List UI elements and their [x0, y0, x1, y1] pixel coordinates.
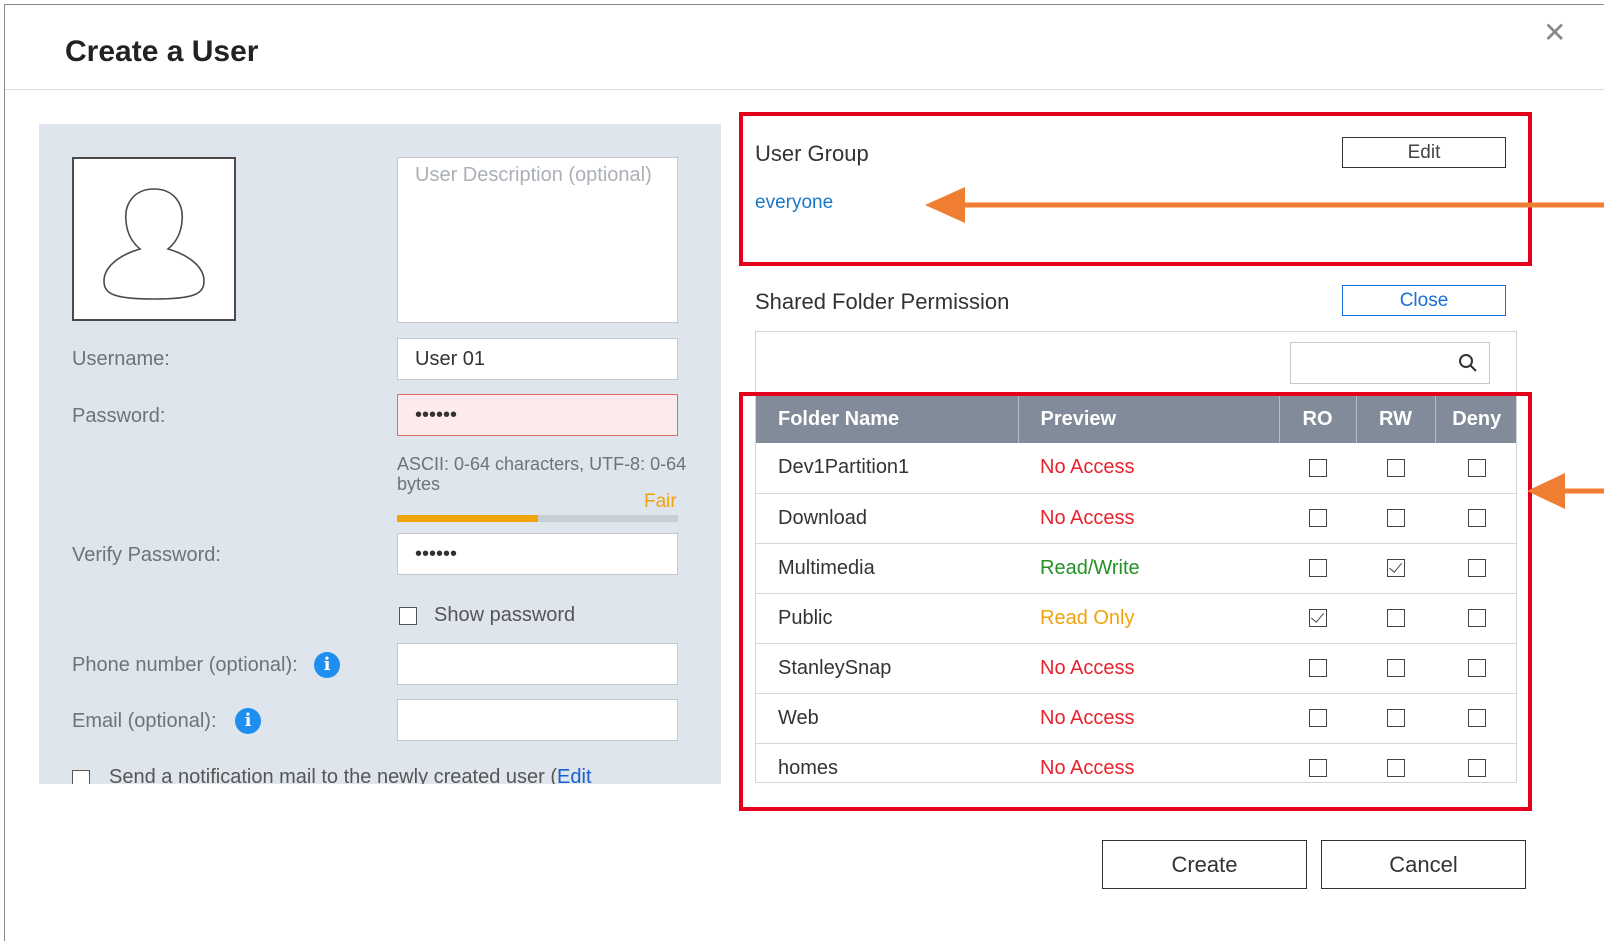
user-description-input[interactable]: User Description (optional)	[397, 157, 678, 323]
folder-search-input[interactable]	[1290, 342, 1490, 384]
password-strength-bar	[397, 515, 678, 522]
password-label: Password:	[72, 405, 166, 427]
user-avatar[interactable]	[72, 157, 236, 321]
arrow-left-icon	[1527, 473, 1604, 509]
username-label: Username:	[72, 348, 170, 370]
notify-label: Send a notification mail to the newly cr…	[109, 766, 592, 784]
show-password-checkbox[interactable]	[399, 607, 417, 625]
verify-password-input[interactable]: ••••••	[397, 533, 678, 575]
info-icon[interactable]: i	[314, 652, 340, 678]
user-info-panel: User Description (optional) Username: Us…	[39, 124, 721, 784]
cancel-button[interactable]: Cancel	[1321, 840, 1526, 889]
password-input[interactable]: ••••••	[397, 394, 678, 436]
verify-password-label: Verify Password:	[72, 544, 221, 566]
password-strength-fill	[397, 515, 538, 522]
notify-edit-link[interactable]: Edit	[557, 766, 591, 784]
password-strength-label: Fair	[644, 491, 677, 512]
shared-folder-close-button[interactable]: Close	[1342, 285, 1506, 316]
arrow-left-icon	[925, 187, 1604, 223]
username-input[interactable]: User 01	[397, 338, 678, 380]
notify-checkbox[interactable]	[72, 770, 90, 784]
shared-folder-title: Shared Folder Permission	[755, 289, 1010, 314]
email-input[interactable]	[397, 699, 678, 741]
phone-label: Phone number (optional):	[72, 654, 298, 676]
show-password-label: Show password	[434, 604, 576, 626]
dialog-title: Create a User	[65, 35, 259, 68]
header-divider	[5, 89, 1604, 90]
annotation-box-folder-table	[739, 392, 1532, 811]
phone-input[interactable]	[397, 643, 678, 685]
password-hint: ASCII: 0-64 characters, UTF-8: 0-64 byte…	[397, 454, 687, 494]
notify-text: Send a notification mail to the newly cr…	[109, 766, 558, 784]
info-icon[interactable]: i	[235, 708, 261, 734]
close-icon[interactable]: ✕	[1543, 19, 1566, 47]
create-button[interactable]: Create	[1102, 840, 1307, 889]
email-label: Email (optional):	[72, 710, 217, 732]
search-icon	[1459, 354, 1477, 372]
user-avatar-icon	[103, 188, 205, 300]
create-user-dialog: Create a User ✕ User Description (option…	[4, 4, 1604, 941]
